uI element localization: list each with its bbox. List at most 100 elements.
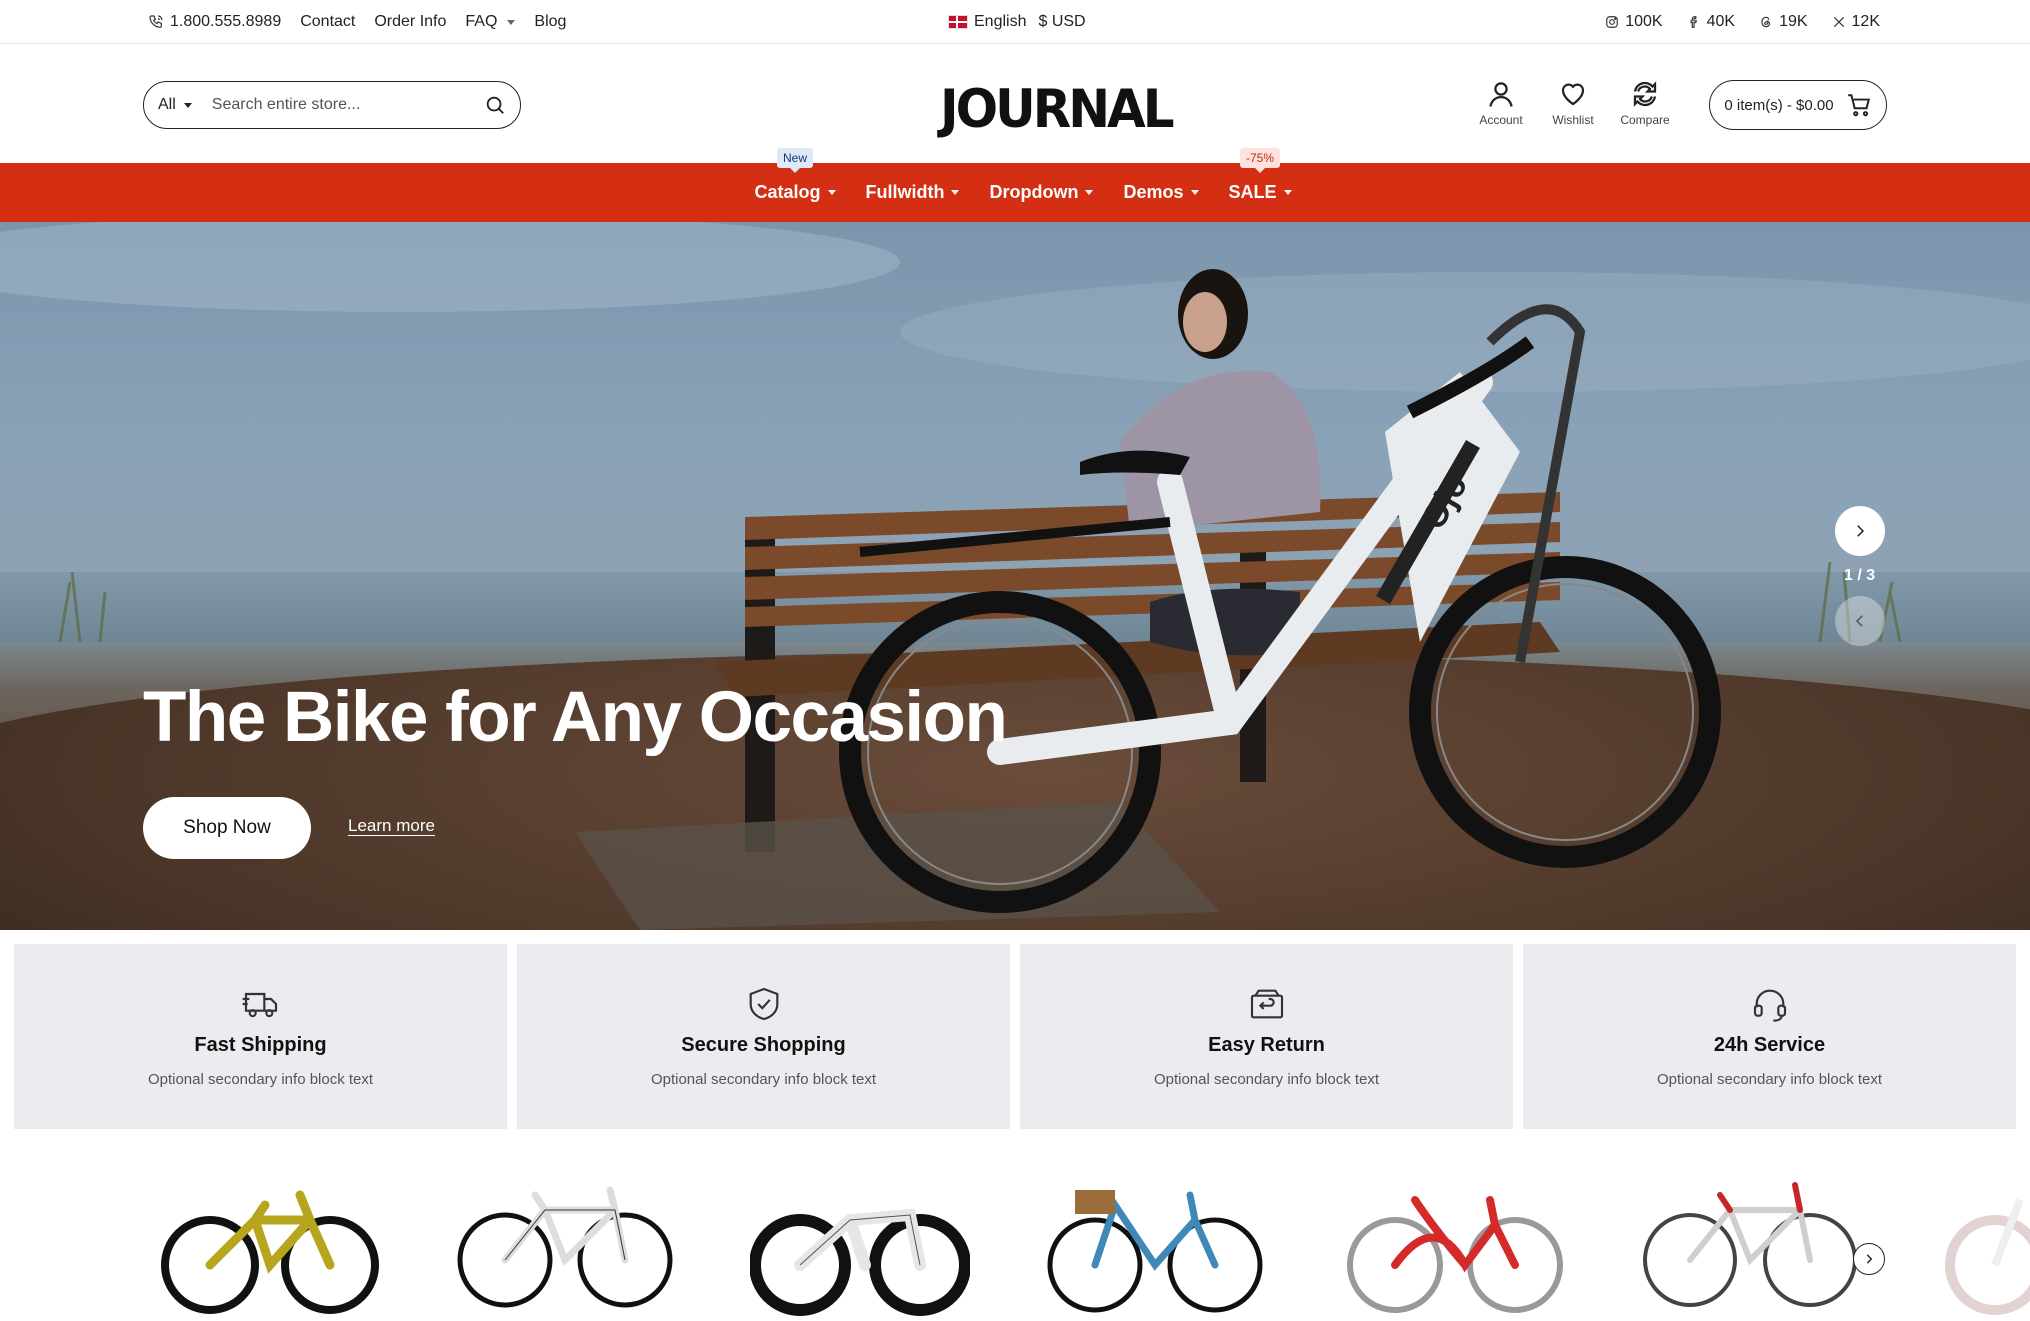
heart-icon (1561, 83, 1585, 106)
blog-link[interactable]: Blog (534, 13, 566, 31)
top-bar: 1.800.555.8989 Contact Order Info FAQ Bl… (0, 0, 2030, 44)
compare-label: Compare (1620, 113, 1670, 127)
account-button[interactable]: Account (1476, 79, 1526, 127)
nav-catalog-label: Catalog (754, 182, 821, 202)
product-bike-urban[interactable] (750, 1170, 970, 1320)
user-icon (1489, 82, 1513, 107)
nav-item-dropdown[interactable]: Dropdown (989, 182, 1094, 203)
info-title: Secure Shopping (681, 1034, 846, 1056)
chevron-down-icon (827, 190, 836, 195)
product-bike-vintage-road[interactable] (1640, 1170, 1860, 1320)
wishlist-label: Wishlist (1552, 113, 1594, 127)
chevron-down-icon (507, 19, 516, 25)
info-block-return: Easy Return Optional secondary info bloc… (1020, 944, 1513, 1129)
nav-fullwidth-label: Fullwidth (865, 182, 945, 202)
threads-count: 19K (1779, 13, 1808, 30)
info-subtitle: Optional secondary info block text (1153, 1071, 1380, 1088)
main-nav: New Catalog Fullwidth Dropdown Demos -75… (0, 148, 2030, 222)
chevron-down-icon (1085, 190, 1094, 195)
chevron-right-icon (1866, 1254, 1873, 1264)
compare-button[interactable]: Compare (1620, 79, 1670, 127)
site-header: All JOURNAL Account Wishlist Compare 0 i… (0, 45, 2030, 163)
hero-title: The Bike for Any Occasion (143, 678, 1008, 757)
chevron-right-icon (1857, 525, 1865, 537)
order-info-link[interactable]: Order Info (374, 13, 446, 31)
sale-badge: -75% (1239, 148, 1281, 173)
contact-link[interactable]: Contact (300, 13, 355, 31)
shop-now-button[interactable]: Shop Now (143, 797, 311, 859)
site-logo[interactable]: JOURNAL (940, 79, 1175, 140)
nav-demos-label: Demos (1123, 182, 1184, 202)
return-icon (1250, 989, 1283, 1019)
learn-more-link[interactable]: Learn more (348, 816, 435, 836)
info-subtitle: Optional secondary info block text (147, 1071, 374, 1088)
slide-prev-button[interactable] (1835, 596, 1885, 646)
phone-link[interactable]: 1.800.555.8989 (148, 13, 281, 31)
chevron-down-icon (183, 102, 192, 108)
nav-item-demos[interactable]: Demos (1123, 182, 1199, 203)
x-icon (1833, 16, 1844, 28)
product-bike-yellow[interactable] (160, 1170, 380, 1320)
info-subtitle: Optional secondary info block text (650, 1071, 877, 1088)
threads-icon (1761, 16, 1771, 28)
facebook-count: 40K (1706, 13, 1736, 30)
nav-item-fullwidth[interactable]: Fullwidth (866, 182, 960, 203)
instagram-count: 100K (1625, 13, 1663, 30)
nav-sale-label: SALE (1228, 182, 1277, 202)
product-bike-white-road[interactable] (455, 1170, 675, 1320)
facebook-link[interactable]: 40K (1687, 13, 1735, 31)
search-icon[interactable] (484, 94, 506, 116)
info-title: 24h Service (1713, 1034, 1826, 1056)
nav-dropdown-label: Dropdown (989, 182, 1079, 202)
carousel-next-button[interactable] (1853, 1243, 1885, 1275)
search-bar: All (143, 81, 521, 129)
cart-button[interactable]: 0 item(s) - $0.00 (1709, 80, 1887, 130)
currency-selector[interactable]: $ USD (1038, 13, 1085, 31)
refresh-icon (1633, 81, 1657, 107)
product-carousel (0, 1160, 2030, 1321)
product-bike-blue-cruiser[interactable] (1045, 1170, 1265, 1320)
search-category-label: All (158, 96, 176, 113)
search-category-dropdown[interactable]: All (158, 96, 212, 114)
nav-item-sale[interactable]: -75% SALE (1228, 148, 1292, 203)
phone-icon (149, 15, 163, 28)
product-bike-partial[interactable] (1935, 1170, 2030, 1320)
chevron-left-icon (1855, 615, 1863, 627)
account-label: Account (1479, 113, 1523, 127)
new-badge: New (776, 148, 813, 173)
x-link[interactable]: 12K (1832, 13, 1880, 31)
info-title: Fast Shipping (194, 1034, 327, 1056)
wishlist-button[interactable]: Wishlist (1548, 79, 1598, 127)
truck-icon (242, 992, 277, 1018)
cart-label: 0 item(s) - $0.00 (1724, 96, 1834, 114)
product-bike-red-cruiser[interactable] (1345, 1170, 1565, 1320)
instagram-icon (1606, 16, 1619, 28)
faq-label: FAQ (465, 13, 498, 30)
phone-number: 1.800.555.8989 (170, 13, 282, 30)
chevron-down-icon (1190, 190, 1199, 195)
language-label: English (974, 13, 1027, 30)
shield-icon (749, 987, 778, 1021)
cart-icon (1847, 94, 1870, 117)
language-selector[interactable]: English (948, 13, 1026, 31)
instagram-link[interactable]: 100K (1605, 13, 1663, 31)
info-block-secure: Secure Shopping Optional secondary info … (517, 944, 1010, 1129)
info-block-shipping: Fast Shipping Optional secondary info bl… (14, 944, 507, 1129)
info-block-service: 24h Service Optional secondary info bloc… (1523, 944, 2016, 1129)
search-input[interactable] (211, 96, 484, 114)
slide-counter: 1 / 3 (1844, 567, 1876, 584)
hero-slider: Ojo The Bike for Any Occasion Shop Now L… (0, 222, 2030, 930)
headset-icon (1753, 989, 1786, 1022)
facebook-icon (1690, 16, 1697, 28)
info-subtitle: Optional secondary info block text (1656, 1071, 1883, 1088)
faq-dropdown[interactable]: FAQ (465, 13, 516, 31)
nav-item-catalog[interactable]: New Catalog (754, 148, 836, 203)
slide-next-button[interactable] (1835, 506, 1885, 556)
info-title: Easy Return (1208, 1034, 1325, 1056)
chevron-down-icon (1283, 190, 1292, 195)
info-blocks: Fast Shipping Optional secondary info bl… (14, 944, 2016, 1129)
chevron-down-icon (951, 190, 960, 195)
threads-link[interactable]: 19K (1759, 13, 1808, 31)
x-count: 12K (1851, 13, 1880, 30)
flag-icon (948, 15, 968, 29)
